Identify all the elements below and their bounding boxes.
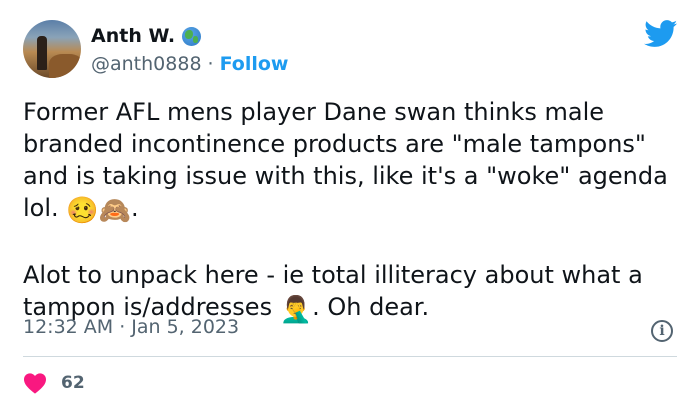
follow-button[interactable]: Follow <box>220 53 289 75</box>
like-button[interactable]: 62 <box>23 372 85 394</box>
tweet-body: Former AFL mens player Dane swan thinks … <box>23 96 683 326</box>
tweet-timestamp[interactable]: 12:32 AM · Jan 5, 2023 <box>23 316 239 338</box>
tweet-card: Anth W. @anth0888 · Follow Former AFL me… <box>0 0 700 410</box>
avatar-person <box>37 36 47 70</box>
tweet-paragraph-1-end: . <box>131 194 139 222</box>
tweet-paragraph-1: Former AFL mens player Dane swan thinks … <box>23 96 683 227</box>
author-handle[interactable]: @anth0888 <box>91 53 202 75</box>
heart-icon <box>24 373 46 394</box>
tweet-time: 12:32 AM <box>23 316 114 338</box>
like-count: 62 <box>61 373 85 393</box>
author-handle-row: @anth0888 · Follow <box>91 53 288 75</box>
divider <box>23 356 677 357</box>
timestamp-separator: · <box>119 316 126 338</box>
tweet-date: Jan 5, 2023 <box>131 316 240 338</box>
author-name-row: Anth W. <box>91 25 202 47</box>
author-display-name[interactable]: Anth W. <box>91 25 175 47</box>
avatar-rock <box>49 54 81 78</box>
man-facepalming-icon: 🤦‍♂️ <box>279 295 313 325</box>
tweet-paragraph-2-end: . Oh dear. <box>312 293 430 321</box>
woozy-face-see-no-evil-monkey-icon: 🥴🙈 <box>66 196 132 226</box>
handle-separator: · <box>207 53 214 75</box>
info-icon[interactable]: i <box>651 320 673 342</box>
globe-icon <box>182 26 202 46</box>
avatar[interactable] <box>23 20 81 78</box>
twitter-bird-icon[interactable] <box>644 20 678 48</box>
